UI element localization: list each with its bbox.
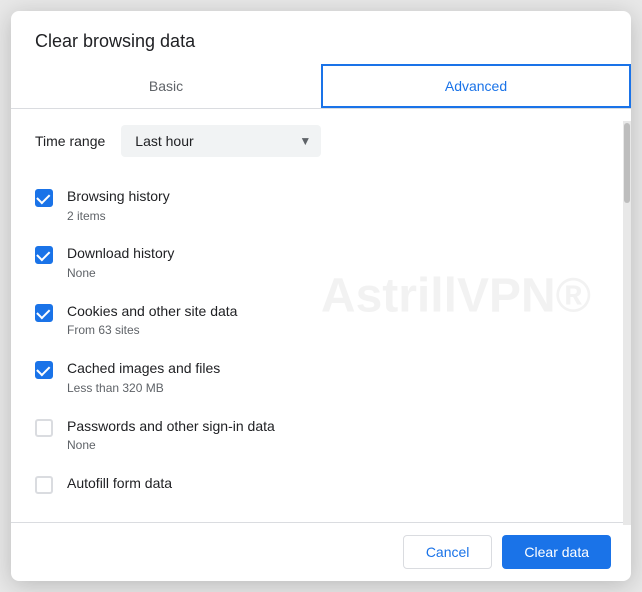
item-subtitle: Less than 320 MB: [67, 380, 220, 397]
list-item: Download history None: [35, 234, 607, 291]
tab-basic[interactable]: Basic: [11, 64, 321, 108]
checkbox-passwords[interactable]: [35, 419, 53, 437]
item-subtitle: From 63 sites: [67, 322, 237, 339]
list-item: Cookies and other site data From 63 site…: [35, 292, 607, 349]
tabs-bar: Basic Advanced: [11, 64, 631, 109]
item-title: Cached images and files: [67, 359, 220, 379]
tab-advanced[interactable]: Advanced: [321, 64, 631, 108]
item-title: Cookies and other site data: [67, 302, 237, 322]
time-range-row: Time range Last hour Last 24 hours Last …: [35, 125, 607, 157]
time-range-select[interactable]: Last hour Last 24 hours Last 7 days Last…: [121, 125, 321, 157]
checkbox-browsing-history[interactable]: [35, 189, 53, 207]
clear-data-button[interactable]: Clear data: [502, 535, 611, 569]
checkbox-autofill[interactable]: [35, 476, 53, 494]
checkbox-cached-images[interactable]: [35, 361, 53, 379]
scrollbar-thumb[interactable]: [624, 123, 630, 203]
list-item: Cached images and files Less than 320 MB: [35, 349, 607, 406]
list-item: Passwords and other sign-in data None: [35, 407, 607, 464]
dialog-content: Time range Last hour Last 24 hours Last …: [11, 109, 631, 522]
dialog-title: Clear browsing data: [11, 11, 631, 64]
item-title: Browsing history: [67, 187, 170, 207]
scrollbar[interactable]: [623, 121, 631, 525]
item-subtitle: None: [67, 437, 275, 454]
time-range-label: Time range: [35, 133, 105, 149]
list-item: Autofill form data: [35, 464, 607, 498]
dialog-footer: Cancel Clear data: [11, 522, 631, 581]
checkbox-cookies[interactable]: [35, 304, 53, 322]
item-title: Download history: [67, 244, 174, 264]
cancel-button[interactable]: Cancel: [403, 535, 493, 569]
item-subtitle: 2 items: [67, 208, 170, 225]
list-item: Browsing history 2 items: [35, 177, 607, 234]
time-range-select-wrapper[interactable]: Last hour Last 24 hours Last 7 days Last…: [121, 125, 321, 157]
clear-browsing-data-dialog: Clear browsing data Basic Advanced Time …: [11, 11, 631, 581]
item-subtitle: None: [67, 265, 174, 282]
item-title: Autofill form data: [67, 474, 172, 494]
item-title: Passwords and other sign-in data: [67, 417, 275, 437]
checkbox-download-history[interactable]: [35, 246, 53, 264]
